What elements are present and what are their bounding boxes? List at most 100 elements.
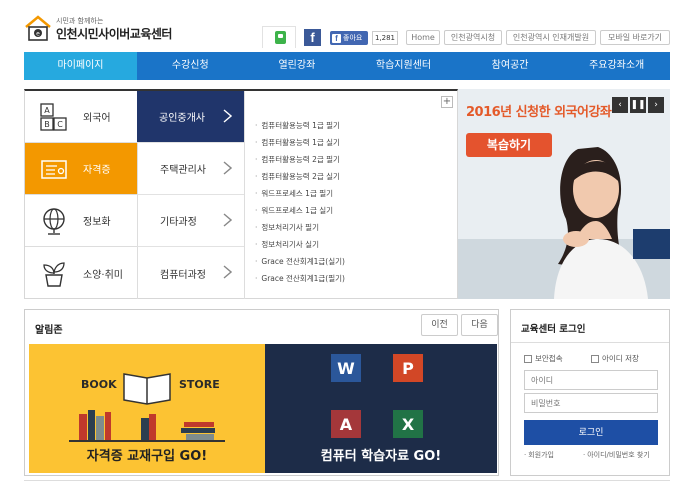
facebook-like-button[interactable]: f 좋아요 xyxy=(330,31,368,45)
nav-featured-courses[interactable]: 주요강좌소개 xyxy=(563,52,670,80)
notice-zone: 알림존 이전 다음 BOOK STORE 자격증 교재구입 GO! W P A … xyxy=(24,309,499,476)
course-item[interactable]: 컴퓨터활용능력 2급 실기 xyxy=(255,168,345,185)
subcategory-housing-manager[interactable]: 주택관리사 xyxy=(137,143,244,195)
word-icon: W xyxy=(331,354,361,382)
computer-materials-caption: 컴퓨터 학습자료 GO! xyxy=(320,449,442,464)
login-title: 교육센터 로그인 xyxy=(521,324,586,335)
save-id-label: 아이디 저장 xyxy=(602,354,639,363)
logo-title: 인천시민사이버교육센터 xyxy=(56,27,172,41)
checkbox-box[interactable] xyxy=(591,354,599,363)
category-hobby[interactable]: 소양·취미 xyxy=(25,247,137,299)
subcategory-label: 공인중개사 xyxy=(159,113,205,124)
category-foreign-language[interactable]: A B C 외국어 xyxy=(25,91,137,143)
computer-materials-banner[interactable]: W P A X 컴퓨터 학습자료 GO! xyxy=(265,344,497,473)
banner-prev-button[interactable]: ‹ xyxy=(612,97,628,113)
promo-banner[interactable]: 2016년 신청한 외국어강좌 복습하기 ‹ ❚❚ › xyxy=(458,89,670,299)
home-link[interactable]: Home xyxy=(406,30,440,45)
chevron-right-icon xyxy=(223,161,232,175)
course-list: 컴퓨터활용능력 1급 필기 컴퓨터활용능력 1급 실기 컴퓨터활용능력 2급 필… xyxy=(255,117,345,287)
chevron-right-icon xyxy=(223,265,232,279)
id-input[interactable] xyxy=(524,370,658,390)
secure-login-label: 보안접속 xyxy=(535,354,563,363)
nav-learning-support[interactable]: 학습지원센터 xyxy=(350,52,457,80)
globe-icon xyxy=(43,207,65,235)
book-sign-text: BOOK xyxy=(81,378,117,391)
site-logo[interactable]: e 시민과 함께하는 인천시민사이버교육센터 xyxy=(24,14,174,44)
course-item[interactable]: 컴퓨터활용능력 1급 실기 xyxy=(255,134,345,151)
subcategory-label: 기타과정 xyxy=(160,217,197,228)
facebook-icon[interactable]: f xyxy=(304,29,321,46)
abc-blocks-icon: A B C xyxy=(40,102,67,131)
subcategory-real-estate-agent[interactable]: 공인중개사 xyxy=(137,91,244,143)
course-item[interactable]: 워드프로세스 1급 필기 xyxy=(255,185,345,202)
svg-text:X: X xyxy=(402,415,415,434)
subcategory-computer-courses[interactable]: 컴퓨터과정 xyxy=(137,247,244,299)
password-input[interactable] xyxy=(524,393,658,413)
banner-pause-button[interactable]: ❚❚ xyxy=(630,97,646,113)
footer-divider xyxy=(24,480,670,481)
store-sign-text: STORE xyxy=(179,378,220,391)
access-icon: A xyxy=(331,410,361,438)
course-item[interactable]: 정보처리기사 필기 xyxy=(255,219,345,236)
powerpoint-icon: P xyxy=(393,354,423,382)
hrd-institute-link[interactable]: 인천광역시 인재개발원 xyxy=(506,30,596,45)
divider xyxy=(511,342,669,343)
course-item[interactable]: 워드프로세스 1급 실기 xyxy=(255,202,345,219)
banner-next-button[interactable]: › xyxy=(648,97,664,113)
course-list-panel: + 컴퓨터활용능력 1급 필기 컴퓨터활용능력 1급 실기 컴퓨터활용능력 2급… xyxy=(244,91,457,299)
save-id-checkbox[interactable]: 아이디 저장 xyxy=(591,353,639,364)
house-logo-icon: e xyxy=(25,15,51,41)
course-item[interactable]: Grace 전산회계1급(필기) xyxy=(255,270,345,287)
review-button[interactable]: 복습하기 xyxy=(466,133,552,157)
zone-prev-button[interactable]: 이전 xyxy=(421,314,458,336)
category-informatization[interactable]: 정보화 xyxy=(25,195,137,247)
kakaotalk-share-button[interactable] xyxy=(262,26,296,48)
textbook-purchase-banner[interactable]: BOOK STORE 자격증 교재구입 GO! xyxy=(29,344,265,473)
zone-next-button[interactable]: 다음 xyxy=(461,314,498,336)
course-item[interactable]: 컴퓨터활용능력 2급 필기 xyxy=(255,151,345,168)
nav-participation[interactable]: 참여공간 xyxy=(457,52,564,80)
svg-text:A: A xyxy=(44,106,50,115)
woman-photo xyxy=(458,147,670,299)
find-account-link[interactable]: 아이디/비밀번호 찾기 xyxy=(583,450,650,460)
more-plus-button[interactable]: + xyxy=(441,96,453,108)
category-label: 자격증 xyxy=(83,165,111,176)
login-button[interactable]: 로그인 xyxy=(524,420,658,445)
textbook-caption: 자격증 교재구입 GO! xyxy=(86,449,208,464)
chat-icon xyxy=(275,31,286,44)
nav-mypage[interactable]: 마이페이지 xyxy=(24,52,137,80)
chevron-right-icon xyxy=(223,109,232,123)
checkbox-box[interactable] xyxy=(524,354,532,363)
svg-text:e: e xyxy=(36,31,40,38)
zone-title: 알림존 xyxy=(35,325,63,336)
nav-open-lectures[interactable]: 열린강좌 xyxy=(244,52,351,80)
main-navigation: 마이페이지 수강신청 열린강좌 학습지원센터 참여공간 주요강좌소개 xyxy=(24,52,670,80)
secure-login-checkbox[interactable]: 보안접속 xyxy=(524,353,563,364)
incheon-city-link[interactable]: 인천광역시청 xyxy=(444,30,502,45)
course-item[interactable]: 컴퓨터활용능력 1급 필기 xyxy=(255,117,345,134)
like-label: 좋아요 xyxy=(343,34,363,42)
category-label: 소양·취미 xyxy=(83,269,123,281)
course-item[interactable]: 정보처리기사 실기 xyxy=(255,236,345,253)
course-category-panel: A B C 외국어 자격증 정보화 소양·취미 공인중개사 주택관리사 기타과정… xyxy=(24,89,458,299)
subcategory-label: 컴퓨터과정 xyxy=(160,269,206,281)
svg-text:A: A xyxy=(340,415,353,434)
like-count: 1,281 xyxy=(372,31,398,45)
excel-icon: X xyxy=(393,410,423,438)
nav-enroll[interactable]: 수강신청 xyxy=(137,52,244,80)
svg-text:P: P xyxy=(402,359,414,378)
svg-text:W: W xyxy=(337,359,355,378)
chevron-right-icon xyxy=(223,213,232,227)
mobile-link[interactable]: 모바일 바로가기 xyxy=(600,30,670,45)
category-label: 외국어 xyxy=(83,113,111,124)
svg-text:B: B xyxy=(44,120,50,129)
subcategory-other-courses[interactable]: 기타과정 xyxy=(137,195,244,247)
category-label: 정보화 xyxy=(83,217,111,228)
join-link[interactable]: 회원가입 xyxy=(524,450,554,460)
plant-pot-icon xyxy=(43,262,65,287)
certificate-icon xyxy=(41,159,67,179)
category-certificate[interactable]: 자격증 xyxy=(25,143,137,195)
course-item[interactable]: Grace 전산회계1급(실기) xyxy=(255,253,345,270)
banner-title: 2016년 신청한 외국어강좌 xyxy=(466,105,612,120)
login-box: 교육센터 로그인 보안접속 아이디 저장 로그인 회원가입 아이디/비밀번호 찾… xyxy=(510,309,670,476)
